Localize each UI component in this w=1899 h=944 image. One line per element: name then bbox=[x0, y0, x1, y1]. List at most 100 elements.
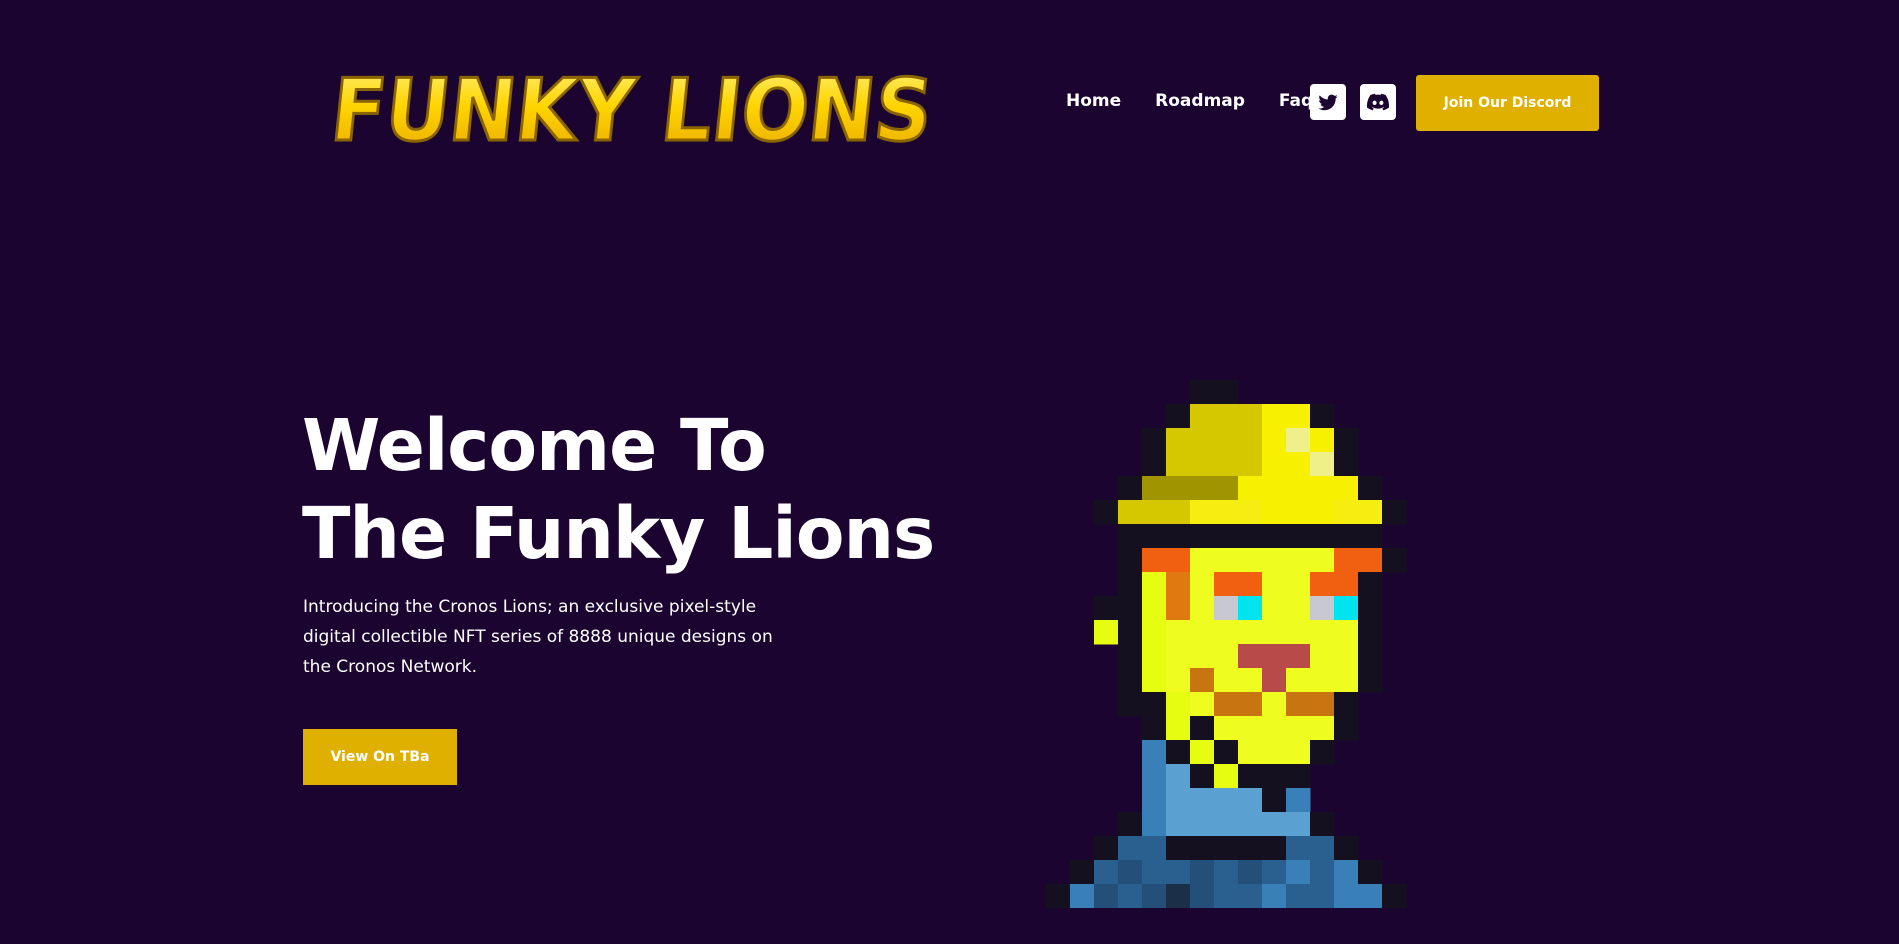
lion-pixel bbox=[1358, 500, 1383, 525]
lion-pixel bbox=[1094, 860, 1119, 885]
lion-pixel bbox=[1190, 716, 1215, 741]
lion-pixel bbox=[1262, 884, 1287, 908]
lion-pixel bbox=[1214, 404, 1239, 429]
lion-pixel bbox=[1286, 524, 1311, 549]
lion-pixel bbox=[1310, 812, 1335, 837]
lion-pixel bbox=[1118, 596, 1143, 621]
hero-title-line-1: Welcome To bbox=[302, 404, 767, 487]
lion-pixel bbox=[1310, 404, 1335, 429]
lion-pixel bbox=[1214, 524, 1239, 549]
lion-pixel bbox=[1142, 836, 1167, 861]
lion-pixel bbox=[1238, 428, 1263, 453]
lion-pixel bbox=[1214, 788, 1239, 813]
lion-pixel bbox=[1214, 596, 1239, 621]
lion-pixel bbox=[1190, 500, 1215, 525]
lion-pixel bbox=[1214, 548, 1239, 573]
lion-pixel bbox=[1262, 860, 1287, 885]
lion-pixel bbox=[1142, 764, 1167, 789]
join-discord-button[interactable]: Join Our Discord bbox=[1416, 75, 1599, 131]
lion-pixel bbox=[1358, 644, 1383, 669]
lion-pixel bbox=[1142, 572, 1167, 597]
lion-pixel bbox=[1190, 404, 1215, 429]
lion-pixel bbox=[1166, 692, 1191, 717]
lion-pixel bbox=[1214, 380, 1239, 405]
lion-pixel bbox=[1214, 500, 1239, 525]
lion-pixel bbox=[1118, 812, 1143, 837]
lion-pixel bbox=[1262, 548, 1287, 573]
lion-pixel bbox=[1262, 812, 1287, 837]
lion-pixel bbox=[1214, 428, 1239, 453]
lion-pixel bbox=[1310, 836, 1335, 861]
lion-pixel bbox=[1142, 428, 1167, 453]
lion-pixel bbox=[1214, 572, 1239, 597]
lion-pixel bbox=[1214, 668, 1239, 693]
lion-pixel bbox=[1382, 884, 1407, 908]
lion-pixel bbox=[1142, 548, 1167, 573]
lion-pixel bbox=[1358, 476, 1383, 501]
lion-pixel bbox=[1262, 524, 1287, 549]
lion-pixel bbox=[1286, 764, 1311, 789]
lion-pixel bbox=[1262, 572, 1287, 597]
lion-pixel bbox=[1166, 884, 1191, 908]
lion-pixel bbox=[1262, 428, 1287, 453]
lion-pixel bbox=[1262, 716, 1287, 741]
lion-pixel bbox=[1310, 644, 1335, 669]
lion-pixel bbox=[1262, 692, 1287, 717]
lion-pixel bbox=[1238, 716, 1263, 741]
lion-pixel bbox=[1190, 836, 1215, 861]
lion-pixel bbox=[1286, 476, 1311, 501]
lion-pixel bbox=[1310, 884, 1335, 908]
lion-pixel bbox=[1358, 668, 1383, 693]
lion-pixel bbox=[1094, 884, 1119, 908]
lion-pixel bbox=[1214, 812, 1239, 837]
lion-pixel bbox=[1118, 692, 1143, 717]
lion-pixel bbox=[1190, 548, 1215, 573]
lion-pixel bbox=[1238, 644, 1263, 669]
lion-pixel bbox=[1262, 500, 1287, 525]
lion-pixel bbox=[1190, 644, 1215, 669]
lion-pixel bbox=[1190, 740, 1215, 765]
lion-pixel bbox=[1310, 524, 1335, 549]
lion-pixel bbox=[1334, 524, 1359, 549]
lion-pixel bbox=[1142, 884, 1167, 908]
lion-pixel bbox=[1286, 428, 1311, 453]
lion-pixel bbox=[1094, 500, 1119, 525]
lion-pixel bbox=[1142, 476, 1167, 501]
lion-pixel bbox=[1262, 404, 1287, 429]
lion-pixel bbox=[1286, 860, 1311, 885]
lion-pixel bbox=[1070, 860, 1095, 885]
lion-pixel bbox=[1166, 740, 1191, 765]
hero-title: Welcome To The Funky Lions bbox=[302, 402, 935, 578]
twitter-button[interactable] bbox=[1310, 84, 1346, 120]
funky-lions-logo[interactable]: FUNKY LIONS bbox=[318, 52, 938, 164]
lion-pixel bbox=[1142, 692, 1167, 717]
lion-pixel bbox=[1334, 668, 1359, 693]
lion-pixel bbox=[1238, 500, 1263, 525]
lion-pixel bbox=[1286, 548, 1311, 573]
lion-pixel bbox=[1358, 524, 1383, 549]
nav-home-link[interactable]: Home bbox=[1066, 91, 1121, 111]
lion-pixel bbox=[1262, 836, 1287, 861]
lion-pixel bbox=[1334, 860, 1359, 885]
lion-pixel bbox=[1310, 572, 1335, 597]
main-nav: Home Roadmap Faq bbox=[1066, 91, 1313, 111]
lion-pixel bbox=[1190, 428, 1215, 453]
lion-pixel bbox=[1166, 620, 1191, 645]
lion-pixel bbox=[1214, 836, 1239, 861]
view-on-tba-button[interactable]: View On TBa bbox=[303, 729, 457, 785]
lion-pixel bbox=[1118, 668, 1143, 693]
nav-roadmap-link[interactable]: Roadmap bbox=[1155, 91, 1245, 111]
lion-pixel bbox=[1214, 740, 1239, 765]
lion-pixel bbox=[1214, 692, 1239, 717]
nav-faq-link[interactable]: Faq bbox=[1279, 91, 1313, 111]
lion-pixel bbox=[1334, 716, 1359, 741]
lion-pixel bbox=[1334, 572, 1359, 597]
lion-pixel bbox=[1262, 764, 1287, 789]
discord-button[interactable] bbox=[1360, 84, 1396, 120]
lion-pixel bbox=[1310, 452, 1335, 477]
hero-description: Introducing the Cronos Lions; an exclusi… bbox=[303, 597, 773, 677]
lion-pixel bbox=[1286, 644, 1311, 669]
lion-pixel bbox=[1310, 428, 1335, 453]
lion-pixel bbox=[1166, 476, 1191, 501]
lion-pixel bbox=[1190, 788, 1215, 813]
